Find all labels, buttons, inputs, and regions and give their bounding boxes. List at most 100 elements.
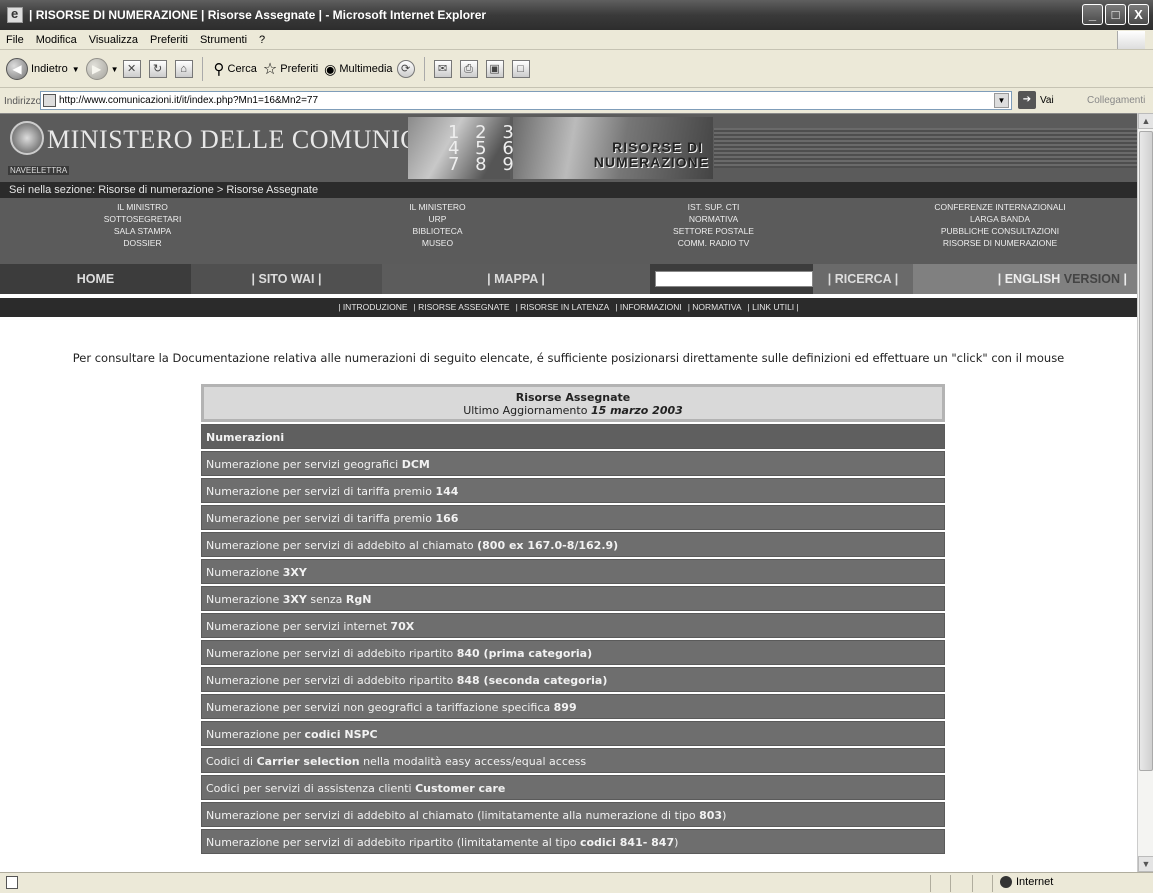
refresh-icon[interactable]: ↻ [148,60,167,78]
forward-arrow-icon: ▶ [85,58,108,80]
table-updated: Ultimo Aggiornamento 15 marzo 2003 [204,404,942,417]
mail-icon[interactable]: ✉ [433,60,452,78]
multimedia-button[interactable]: ◉ Multimedia [324,61,392,78]
table-row[interactable]: Codici per servizi di assistenza clienti… [201,775,945,800]
table-row[interactable]: Numerazione 3XY senza RgN [201,586,945,611]
topnav-link[interactable]: RISORSE DI NUMERAZIONE [905,237,1095,249]
subnav-link-utili[interactable]: | LINK UTILI | [748,302,799,312]
scroll-thumb[interactable] [1139,131,1153,771]
site-search-input[interactable] [655,271,813,287]
topnav-link[interactable]: SOTTOSEGRETARI [60,213,225,225]
scroll-up-icon[interactable]: ▲ [1138,113,1153,129]
multimedia-icon: ◉ [324,60,337,77]
address-dropdown-icon[interactable]: ▼ [994,93,1009,108]
topnav-link[interactable]: IL MINISTERO [355,201,520,213]
updated-label: Ultimo Aggiornamento [463,404,591,417]
row-code: codici NSPC [304,728,378,741]
go-label: Vai [1040,94,1054,106]
row-code: 848 (seconda categoria) [456,674,608,687]
table-row[interactable]: Numerazione per codici NSPC [201,721,945,746]
table-row[interactable]: Numerazione per servizi geografici DCM [201,451,945,476]
subnav-introduzione[interactable]: | INTRODUZIONE [338,302,407,312]
table-row[interactable]: Numerazione per servizi internet 70X [201,613,945,638]
topnav-link[interactable]: MUSEO [355,237,520,249]
topnav-link[interactable]: BIBLIOTECA [355,225,520,237]
banner-title-line2: NUMERAZIONE [593,154,709,170]
naveelettra-label: NAVEELETTRA [8,166,70,175]
page-status-icon [6,876,18,889]
banner-digits: 1 2 3 4 5 6 7 8 9 [448,122,519,175]
nav-ricerca[interactable]: | RICERCA | [813,264,913,294]
menu-visualizza[interactable]: Visualizza [89,34,138,46]
messenger-icon[interactable]: □ [511,60,530,78]
nav-sito-wai[interactable]: | SITO WAI | [191,264,382,294]
edit-icon[interactable]: ▣ [485,60,504,78]
forward-button[interactable]: ▶ ▼ [85,58,119,80]
home-icon[interactable]: ⌂ [174,60,193,78]
back-dropdown-icon[interactable]: ▼ [72,65,80,74]
menu-modifica[interactable]: Modifica [36,34,77,46]
address-input[interactable]: http://www.comunicazioni.it/it/index.php… [40,91,1012,110]
title-bar[interactable]: | RISORSE DI NUMERAZIONE | Risorse Asseg… [0,0,1153,30]
table-row[interactable]: Numerazione 3XY [201,559,945,584]
row-text: Numerazione per servizi di addebito ripa… [206,647,457,660]
menu-strumenti[interactable]: Strumenti [200,34,247,46]
subnav-normativa[interactable]: | NORMATIVA [688,302,742,312]
nav-english-version[interactable]: | ENGLISH VERSION | [913,264,1137,294]
table-row[interactable]: Numerazione per servizi di addebito al c… [201,802,945,827]
maximize-button[interactable]: □ [1105,4,1126,25]
row-text: Numerazione per servizi di tariffa premi… [206,485,436,498]
nav-home[interactable]: HOME [0,264,191,294]
table-header: Risorse Assegnate Ultimo Aggiornamento 1… [201,384,945,422]
links-label[interactable]: Collegamenti [1087,95,1145,106]
history-icon[interactable]: ⟳ [396,60,415,78]
topnav-link[interactable]: CONFERENZE INTERNAZIONALI [905,201,1095,213]
topnav-column-3: IST. SUP. CTI NORMATIVA SETTORE POSTALE … [631,201,796,249]
menu-help[interactable]: ? [259,34,265,46]
back-button[interactable]: ◀ Indietro ▼ [6,58,80,80]
table-row[interactable]: Numerazione per servizi di addebito ripa… [201,640,945,665]
menu-file[interactable]: File [6,34,24,46]
topnav-link[interactable]: IL MINISTRO [60,201,225,213]
forward-dropdown-icon[interactable]: ▼ [111,65,119,74]
row-text: Codici per servizi di assistenza clienti [206,782,416,795]
table-row[interactable]: Codici di Carrier selection nella modali… [201,748,945,773]
topnav-link[interactable]: DOSSIER [60,237,225,249]
zone-label: Internet [1016,876,1054,888]
status-cell [972,875,973,892]
table-section-header: Numerazioni [201,424,945,449]
subnav-risorse-latenza[interactable]: | RISORSE IN LATENZA [516,302,610,312]
topnav-link[interactable]: SALA STAMPA [60,225,225,237]
print-icon[interactable]: ⎙ [459,60,478,78]
topnav-link[interactable]: PUBBLICHE CONSULTAZIONI [905,225,1095,237]
status-cell [950,875,951,892]
row-text: ) [722,809,727,822]
menu-preferiti[interactable]: Preferiti [150,34,188,46]
vertical-scrollbar[interactable]: ▲ ▼ [1137,113,1153,872]
minimize-button[interactable]: _ [1082,4,1103,25]
table-row[interactable]: Numerazione per servizi di tariffa premi… [201,478,945,503]
topnav-link[interactable]: URP [355,213,520,225]
topnav-link[interactable]: IST. SUP. CTI [631,201,796,213]
table-row[interactable]: Numerazione per servizi di addebito al c… [201,532,945,557]
top-navigation: IL MINISTRO SOTTOSEGRETARI SALA STAMPA D… [0,198,1137,264]
topnav-link[interactable]: SETTORE POSTALE [631,225,796,237]
topnav-link[interactable]: COMM. RADIO TV [631,237,796,249]
stop-icon[interactable]: ✕ [122,60,141,78]
row-text: Numerazione per servizi geografici [206,458,402,471]
table-row[interactable]: Numerazione per servizi di addebito ripa… [201,829,945,854]
go-button[interactable]: ➔ Vai [1018,91,1054,109]
subnav-informazioni[interactable]: | INFORMAZIONI [615,302,681,312]
row-code: 840 (prima categoria) [456,647,593,660]
favorites-button[interactable]: ☆ Preferiti [263,59,318,79]
table-row[interactable]: Numerazione per servizi di tariffa premi… [201,505,945,530]
table-row[interactable]: Numerazione per servizi non geografici a… [201,694,945,719]
close-button[interactable]: X [1128,4,1149,25]
subnav-risorse-assegnate[interactable]: | RISORSE ASSEGNATE [414,302,510,312]
topnav-link[interactable]: NORMATIVA [631,213,796,225]
scroll-down-icon[interactable]: ▼ [1138,856,1153,872]
table-row[interactable]: Numerazione per servizi di addebito ripa… [201,667,945,692]
search-button[interactable]: ⚲ Cerca [214,60,257,78]
topnav-link[interactable]: LARGA BANDA [905,213,1095,225]
nav-mappa[interactable]: | MAPPA | [382,264,650,294]
